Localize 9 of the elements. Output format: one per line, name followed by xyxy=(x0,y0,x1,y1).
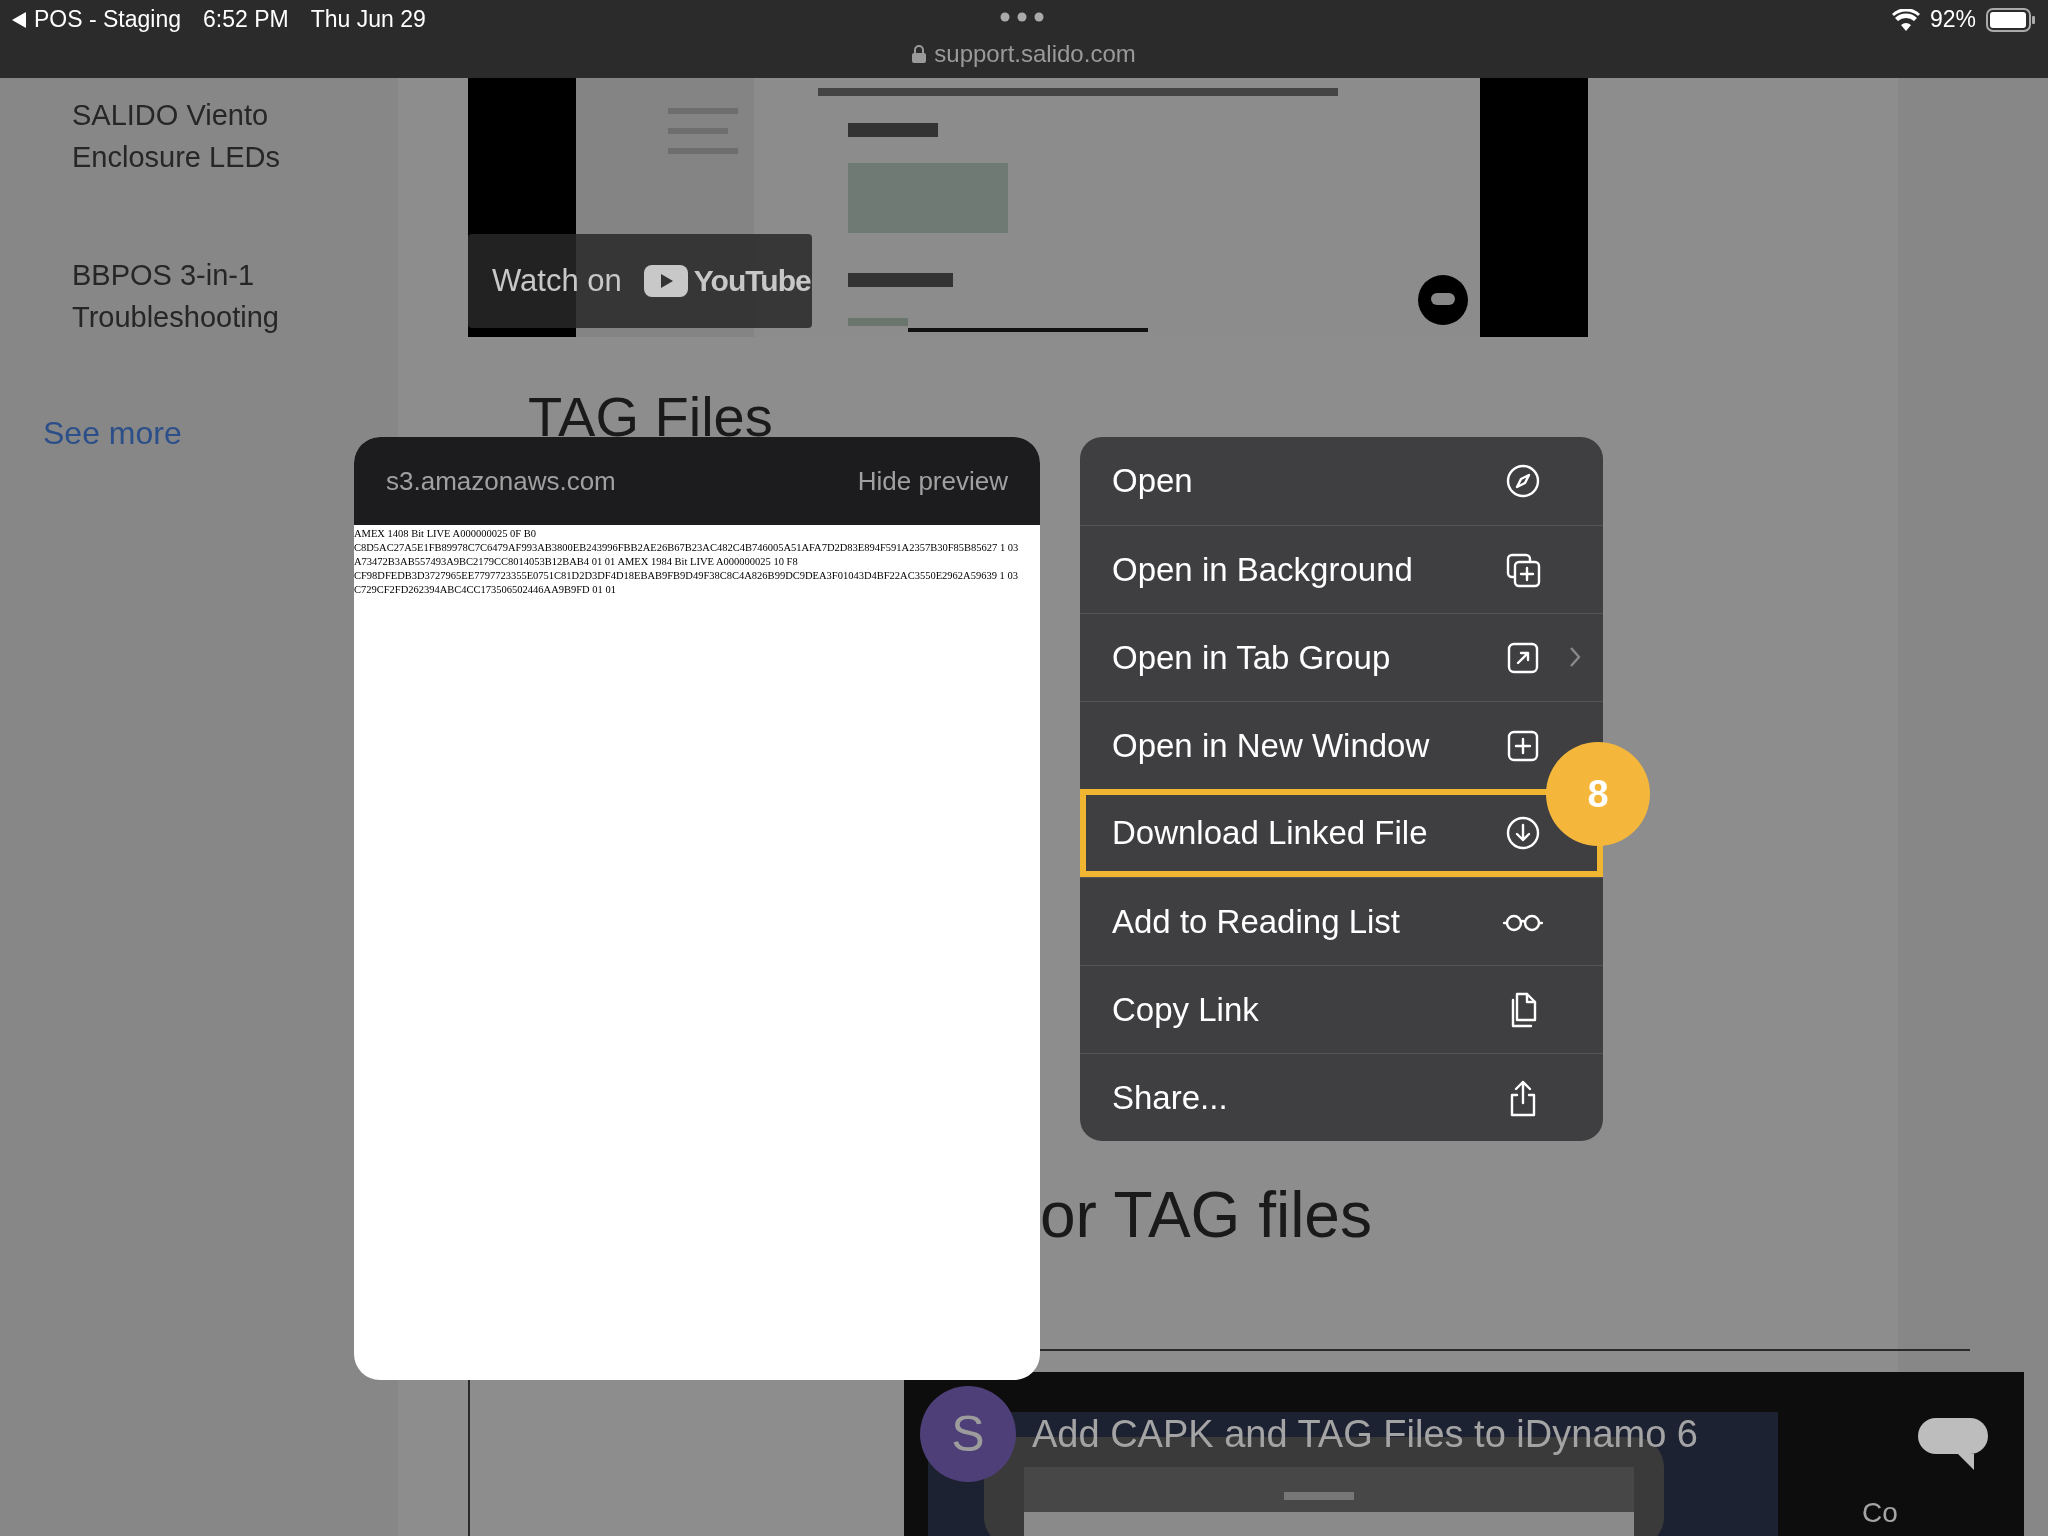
section-heading: or TAG files xyxy=(1040,1178,1372,1252)
status-date: Thu Jun 29 xyxy=(310,6,426,33)
youtube-label: YouTube xyxy=(693,264,811,298)
preview-text: AMEX 1408 Bit LIVE A000000025 0F B0 C8D5AC27A5E1FB89978C7C6479AF993AB3800EB243996FBB2AE26B67B23AC482C4B746005A51AFA7D2D83E894F591A2357B30F85B85627 1 03 A73472B3AB557493A9BC2179CC8014053B12BAB4 01 01 AMEX 1984 Bit LIVE A000000025 10 F8 CF98DFEDB3D3727965EE7797723355E0751C81D2D3DF4D18EBAB9FB9D49F38C8C4A826B99DC9DEA3F01043D4BF22AC3550E2962A59639 1 03 C729CF2FD262394ABC4CC173506502446AA9B9FD 01 01 xyxy=(354,527,1020,597)
section-heading: TAG Files xyxy=(528,384,773,449)
video-label: Co xyxy=(1862,1497,1898,1529)
preview-domain: s3.amazonaws.com xyxy=(386,465,616,497)
battery-percent: 92% xyxy=(1929,6,1976,33)
status-time: 6:52 PM xyxy=(203,6,289,33)
